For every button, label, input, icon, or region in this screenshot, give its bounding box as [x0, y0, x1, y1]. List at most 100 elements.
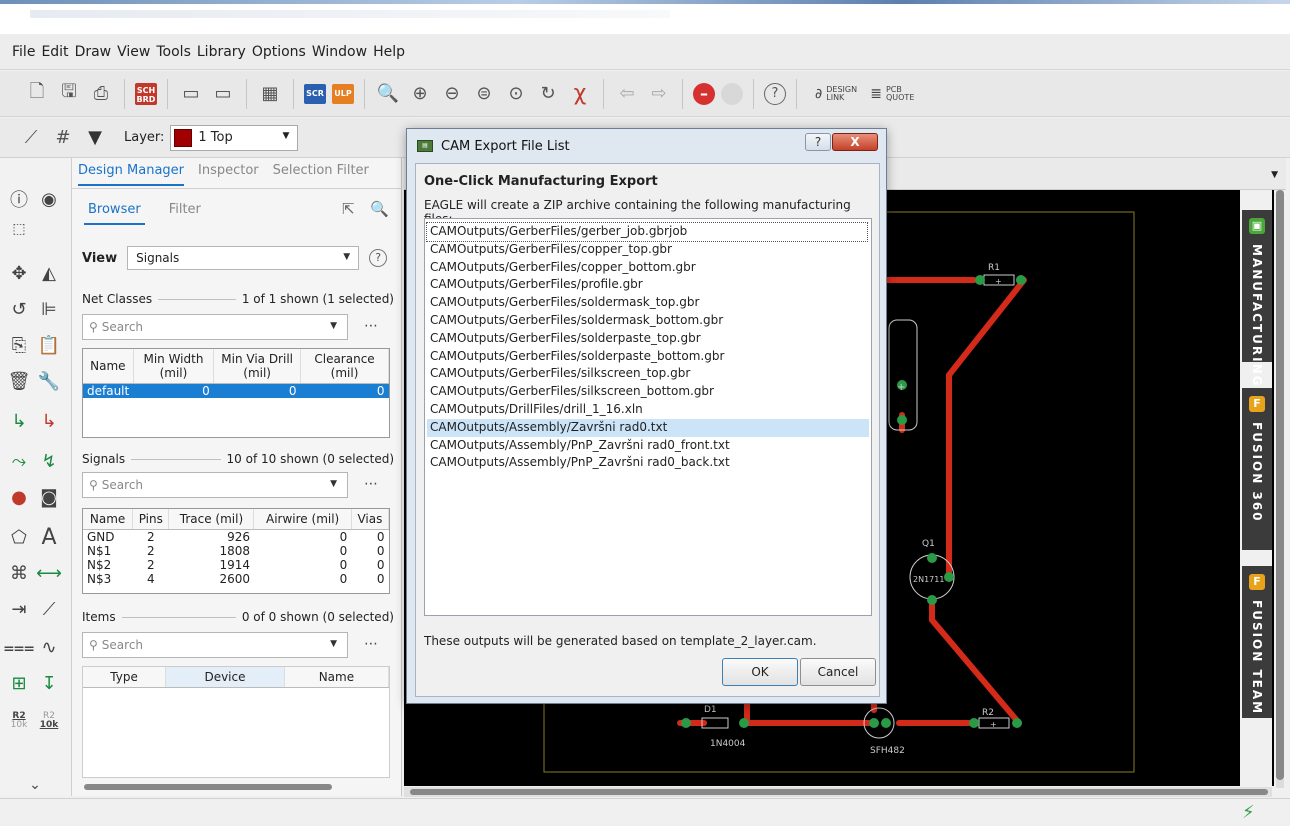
more-options-icon[interactable]: ⋯ [364, 318, 378, 334]
info-icon[interactable]: ⓘ [6, 186, 32, 212]
list-item[interactable]: CAMOutputs/GerberFiles/silkscreen_bottom… [427, 383, 869, 401]
go-icon[interactable] [721, 82, 743, 105]
rotate-icon[interactable]: ↺ [6, 296, 32, 322]
autoroute-icon[interactable]: ⤳ [6, 448, 32, 474]
col-min-via-drill[interactable]: Min Via Drill (mil) [213, 349, 302, 384]
add-pin-icon[interactable]: ↧ [36, 670, 62, 696]
text-icon[interactable]: A [36, 524, 62, 550]
view-select[interactable]: Signals ▼ [127, 246, 360, 270]
items-search-input[interactable]: ⚲ Search ▼ [82, 632, 348, 658]
layer-select[interactable]: 1 Top ▼ [170, 124, 299, 151]
table-row[interactable]: N$3 4 2600 0 0 [83, 572, 389, 586]
meander-icon[interactable]: ∿ [36, 634, 62, 660]
menu-file[interactable]: File [10, 44, 37, 60]
select-icon[interactable]: ⇱ [342, 200, 355, 218]
col-clearance[interactable]: Clearance (mil) [300, 349, 389, 384]
tab-selection-filter[interactable]: Selection Filter [273, 163, 369, 186]
list-item[interactable]: CAMOutputs/Assembly/Završni rad0.txt [427, 418, 869, 437]
change-icon[interactable]: 🔧 [36, 368, 62, 394]
list-item[interactable]: CAMOutputs/Assembly/PnP_Završni rad0_bac… [427, 454, 869, 472]
list-item[interactable]: CAMOutputs/Assembly/PnP_Završni rad0_fro… [427, 437, 869, 455]
expand-more-icon[interactable]: ⌄ [22, 772, 48, 798]
chevron-down-icon[interactable]: ▼ [1271, 170, 1278, 180]
dialog-help-button[interactable]: ? [805, 133, 831, 151]
help-icon[interactable]: ? [764, 82, 786, 105]
table-row[interactable]: N$1 2 1808 0 0 [83, 544, 389, 558]
optimize-icon[interactable]: ↯ [36, 448, 62, 474]
use-library-icon[interactable]: ▭ [178, 81, 204, 107]
col-device[interactable]: Device [165, 667, 285, 688]
zoom-to-icon[interactable]: 🔍 [370, 200, 389, 218]
tab-filter[interactable]: Filter [169, 202, 201, 225]
tab-design-manager[interactable]: Design Manager [78, 163, 184, 186]
col-vias[interactable]: Vias [351, 509, 389, 530]
save-icon[interactable]: 🖫 [56, 81, 82, 107]
help-icon[interactable]: ? [369, 249, 388, 267]
airwire-icon[interactable]: ⟷ [36, 560, 62, 586]
zoom-last-icon[interactable]: ⊙ [503, 81, 529, 107]
list-item[interactable]: CAMOutputs/GerberFiles/soldermask_top.gb… [427, 294, 869, 312]
add-part-icon[interactable]: ⊞ [6, 670, 32, 696]
redraw-icon[interactable]: ↻ [535, 81, 561, 107]
col-min-width[interactable]: Min Width (mil) [133, 349, 215, 384]
delete-icon[interactable]: 🗑 [6, 368, 32, 394]
table-row[interactable]: GND 2 926 0 0 [83, 530, 389, 545]
ulp-button[interactable]: ULP [332, 83, 354, 104]
list-item[interactable]: CAMOutputs/GerberFiles/copper_bottom.gbr [427, 259, 869, 277]
route-icon[interactable]: ↳ [6, 408, 32, 434]
polygon-icon[interactable]: ⬠ [6, 524, 32, 550]
tab-browser[interactable]: Browser [84, 202, 145, 225]
list-item[interactable]: CAMOutputs/GerberFiles/copper_top.gbr [427, 241, 869, 259]
col-name[interactable]: Name [83, 509, 134, 530]
zoom-out-icon[interactable]: ⊖ [439, 81, 465, 107]
mark-icon[interactable]: ⬚ [6, 216, 32, 242]
col-airwire[interactable]: Airwire (mil) [253, 509, 352, 530]
ratsnest-icon[interactable]: χ [567, 81, 593, 107]
col-name[interactable]: Name [83, 349, 134, 384]
list-item[interactable]: CAMOutputs/GerberFiles/profile.gbr [427, 276, 869, 294]
copy-icon[interactable]: ⎘ [6, 332, 32, 358]
table-row[interactable]: N$2 2 1914 0 0 [83, 558, 389, 572]
value-label-icon[interactable]: R2 10k [36, 708, 62, 734]
panel-scrollbar[interactable] [84, 784, 332, 790]
col-pins[interactable]: Pins [132, 509, 170, 530]
via-icon[interactable]: ● [6, 484, 32, 510]
stop-icon[interactable]: – [693, 82, 715, 105]
dimension-icon[interactable]: ⇥ [6, 596, 32, 622]
list-item[interactable]: CAMOutputs/GerberFiles/gerber_job.gbrjob [426, 222, 868, 242]
redo-icon[interactable]: ⇨ [646, 81, 672, 107]
zoom-select-icon[interactable]: ⊜ [471, 81, 497, 107]
script-button[interactable]: SCR [304, 83, 326, 104]
grid-icon[interactable]: # [50, 125, 76, 151]
tab-manufacturing[interactable]: ▣ MANUFACTURING [1242, 210, 1272, 387]
show-icon[interactable]: ◉ [36, 186, 62, 212]
tab-fusion-team[interactable]: F FUSION TEAM [1242, 566, 1272, 718]
line-icon[interactable]: ⟋ [36, 596, 62, 622]
scroll-thumb[interactable] [1276, 190, 1284, 780]
col-type[interactable]: Type [83, 667, 167, 688]
filter-icon[interactable]: ▼ [82, 125, 108, 151]
ok-button[interactable]: OK [722, 658, 798, 686]
design-link-button[interactable]: ∂ DESIGN LINK [815, 85, 857, 102]
mirror-icon[interactable]: ◭ [36, 260, 62, 286]
list-item[interactable]: CAMOutputs/GerberFiles/silkscreen_top.gb… [427, 365, 869, 383]
col-name[interactable]: Name [284, 667, 389, 688]
pad-icon[interactable]: ◙ [36, 484, 62, 510]
canvas-vertical-scrollbar[interactable] [1276, 190, 1284, 788]
cam-processor-icon[interactable]: ▦ [257, 81, 283, 107]
zoom-fit-icon[interactable]: 🔍 [375, 81, 401, 107]
menu-tools[interactable]: Tools [154, 44, 193, 60]
list-item[interactable]: CAMOutputs/GerberFiles/solderpaste_botto… [427, 348, 869, 366]
move-icon[interactable]: ✥ [6, 260, 32, 286]
menu-library[interactable]: Library [195, 44, 248, 60]
paste-icon[interactable]: 📋 [36, 332, 62, 358]
more-options-icon[interactable]: ⋯ [364, 636, 378, 652]
list-item[interactable]: CAMOutputs/DrillFiles/drill_1_16.xln [427, 401, 869, 419]
canvas-horizontal-scrollbar[interactable] [404, 787, 1272, 797]
list-item[interactable]: CAMOutputs/GerberFiles/solderpaste_top.g… [427, 330, 869, 348]
table-row[interactable]: default 0 0 0 [83, 383, 389, 398]
ripup-icon[interactable]: ↳ [36, 408, 62, 434]
signals-search-input[interactable]: ⚲ Search ▼ [82, 472, 348, 498]
more-options-icon[interactable]: ⋯ [364, 476, 378, 492]
net-icon[interactable]: ⌘ [6, 560, 32, 586]
